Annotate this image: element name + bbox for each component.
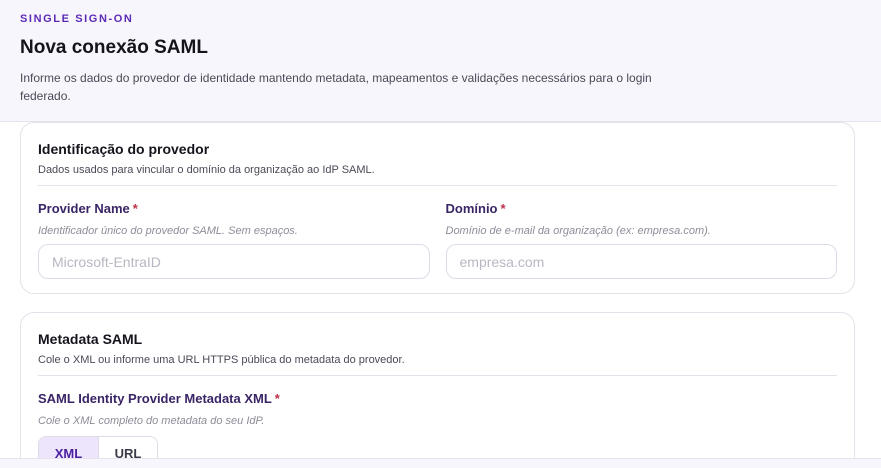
section-divider (38, 185, 837, 186)
domain-label: Domínio * (446, 201, 506, 216)
metadata-xml-field-group: SAML Identity Provider Metadata XML * Col… (38, 390, 837, 468)
saml-connection-page: SINGLE SIGN-ON Nova conexão SAML Informe… (0, 0, 881, 468)
page-header: SINGLE SIGN-ON Nova conexão SAML Informe… (0, 0, 881, 122)
domain-input[interactable] (445, 244, 837, 279)
page-description: Informe os dados do provedor de identida… (20, 71, 652, 103)
metadata-xml-label: SAML Identity Provider Metadata XML * (38, 391, 280, 406)
domain-field-group: Domínio * Domínio de e-mail da organizaçã… (445, 200, 837, 279)
metadata-xml-hint: Cole o XML completo do metadata do seu I… (38, 415, 265, 427)
provider-name-field-group: Provider Name * Identificador único do pr… (38, 200, 430, 279)
page-title: Nova conexão SAML (20, 37, 208, 58)
required-mark: * (274, 391, 280, 406)
metadata-section-title: Metadata SAML (38, 331, 143, 347)
required-mark: * (132, 201, 138, 216)
domain-hint: Domínio de e-mail da organização (ex: em… (445, 225, 711, 237)
provider-name-hint: Identificador único do provedor SAML. Se… (38, 225, 298, 237)
metadata-section-subtitle: Cole o XML ou informe uma URL HTTPS públ… (38, 354, 405, 366)
required-mark: * (500, 201, 506, 216)
saml-metadata-card: Metadata SAML Cole o XML ou informe uma … (20, 312, 855, 468)
section-divider (38, 375, 837, 376)
domain-label-text: Domínio (445, 201, 498, 216)
provider-section-subtitle: Dados usados para vincular o domínio da … (38, 164, 375, 176)
provider-section-title: Identificação do provedor (38, 141, 210, 157)
bottom-bar (0, 458, 881, 468)
provider-fields-row: Provider Name * Identificador único do pr… (38, 200, 837, 279)
provider-identification-card: Identificação do provedor Dados usados p… (20, 122, 855, 294)
provider-name-input[interactable] (38, 244, 430, 279)
provider-name-label: Provider Name * (38, 201, 138, 216)
provider-name-label-text: Provider Name (38, 201, 130, 216)
metadata-xml-label-text: SAML Identity Provider Metadata XML (38, 391, 272, 406)
eyebrow-label: SINGLE SIGN-ON (20, 13, 134, 25)
